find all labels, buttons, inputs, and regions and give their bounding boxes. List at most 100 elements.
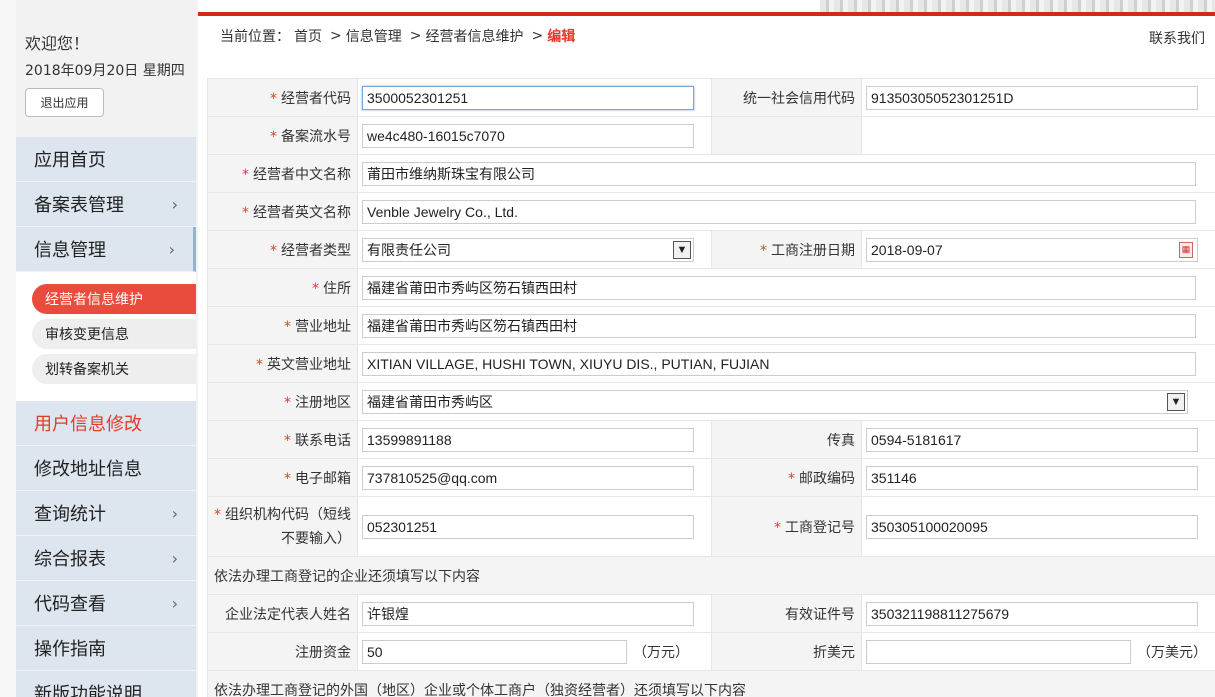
operator-type-value: 有限责任公司: [367, 241, 451, 258]
label-operator-type: * 经营者类型: [207, 230, 358, 269]
operator-code-input[interactable]: 3500052301251: [362, 85, 694, 110]
serial-no-input[interactable]: we4c480-16015c7070: [362, 123, 694, 148]
sidebar: 欢迎您！ 2018年09月20日 星期四 退出应用 应用首页 备案表管理 › 信…: [0, 0, 198, 697]
menu-item-label: 备案表管理: [34, 195, 124, 216]
operator-type-select[interactable]: 有限责任公司 ▼: [362, 237, 694, 262]
menu-item-code-lookup[interactable]: 代码查看 ›: [16, 581, 196, 626]
id-no-input[interactable]: 350321198811275679: [866, 601, 1198, 626]
label-id-no: 有效证件号: [711, 594, 862, 633]
submenu-item-review-changes[interactable]: 审核变更信息: [32, 319, 196, 349]
menu-item-label: 操作指南: [34, 639, 106, 660]
menu-item-label: 新版功能说明: [34, 684, 142, 697]
welcome-text: 欢迎您！: [25, 34, 90, 53]
label-en-biz-addr: * 英文营业地址: [207, 344, 358, 383]
menu-item-info-management[interactable]: 信息管理 ›: [16, 227, 196, 272]
chevron-right-icon: ›: [171, 504, 178, 523]
usd-input[interactable]: [866, 639, 1131, 664]
menu-item-home[interactable]: 应用首页: [16, 137, 196, 182]
menu-item-filing[interactable]: 备案表管理 ›: [16, 182, 196, 227]
label-reg-date: * 工商注册日期: [711, 230, 862, 269]
sidebar-edge: [0, 0, 16, 697]
breadcrumb-prefix: 当前位置：: [220, 29, 290, 45]
label-org-code: * 组织机构代码（短线不要输入）: [207, 496, 358, 557]
menu-item-query-stats[interactable]: 查询统计 ›: [16, 491, 196, 536]
chevron-right-icon: ›: [171, 195, 178, 214]
breadcrumb-current: 编辑: [547, 29, 576, 45]
chevron-down-icon[interactable]: ▼: [1167, 392, 1185, 411]
breadcrumb-link-home[interactable]: 首页: [294, 26, 322, 46]
menu-item-user-info[interactable]: 用户信息修改: [16, 401, 196, 446]
label-biz-reg-no: * 工商登记号: [711, 496, 862, 557]
residence-input[interactable]: 福建省莆田市秀屿区笏石镇西田村: [362, 275, 1196, 300]
menu-item-label: 修改地址信息: [34, 459, 142, 480]
sidebar-menu: 应用首页 备案表管理 › 信息管理 › 经营者信息维护 审核变更信息 划转备案机…: [16, 137, 196, 697]
chevron-right-icon: ›: [168, 240, 175, 259]
email-input[interactable]: 737810525@qq.com: [362, 465, 694, 490]
chevron-right-icon: ›: [171, 549, 178, 568]
label-operator-code: * 经营者代码: [207, 78, 358, 117]
label-reg-area: * 注册地区: [207, 382, 358, 421]
label-residence: * 住所: [207, 268, 358, 307]
credit-code-input[interactable]: 91350305052301251D: [866, 85, 1198, 110]
reg-date-input[interactable]: 2018-09-07 ▦: [866, 237, 1198, 262]
legal-rep-input[interactable]: 许银煌: [362, 601, 694, 626]
breadcrumb-separator: >: [531, 28, 544, 44]
menu-item-guide[interactable]: 操作指南: [16, 626, 196, 671]
reg-area-value: 福建省莆田市秀屿区: [367, 393, 493, 410]
postcode-input[interactable]: 351146: [866, 465, 1198, 490]
menu-item-reports[interactable]: 综合报表 ›: [16, 536, 196, 581]
label-credit-code: 统一社会信用代码: [711, 78, 862, 117]
fax-input[interactable]: 0594-5181617: [866, 427, 1198, 452]
usd-unit: （万美元）: [1137, 644, 1207, 661]
operator-form: * 经营者代码 3500052301251 统一社会信用代码 9135030505…: [207, 78, 1215, 697]
label-phone: * 联系电话: [207, 420, 358, 459]
capital-input[interactable]: 50: [362, 639, 627, 664]
en-name-input[interactable]: Venble Jewelry Co., Ltd.: [362, 199, 1196, 224]
submenu-item-transfer-authority[interactable]: 划转备案机关: [32, 354, 196, 384]
reg-area-select[interactable]: 福建省莆田市秀屿区 ▼: [362, 389, 1188, 414]
contact-link[interactable]: 联系我们: [1149, 28, 1205, 48]
breadcrumb-link-info[interactable]: 信息管理: [346, 26, 402, 46]
chevron-down-icon[interactable]: ▼: [673, 240, 691, 259]
reg-date-value: 2018-09-07: [871, 241, 943, 258]
breadcrumb-link-operator[interactable]: 经营者信息维护: [425, 26, 523, 46]
label-en-name: * 经营者英文名称: [207, 192, 358, 231]
logout-button[interactable]: 退出应用: [25, 88, 104, 117]
label-email: * 电子邮箱: [207, 458, 358, 497]
menu-item-label: 用户信息修改: [34, 414, 142, 435]
breadcrumb: 当前位置： 首页 > 信息管理 > 经营者信息维护 > 编辑 联系我们: [198, 16, 1215, 56]
breadcrumb-separator: >: [330, 28, 342, 44]
org-code-input[interactable]: 052301251: [362, 514, 694, 539]
empty-cell: [711, 116, 862, 155]
label-legal-rep: 企业法定代表人姓名: [207, 594, 358, 633]
banner-art: [820, 0, 1215, 12]
menu-item-new-features[interactable]: 新版功能说明: [16, 671, 196, 697]
label-fax: 传真: [711, 420, 862, 459]
calendar-icon[interactable]: ▦: [1179, 241, 1193, 258]
submenu-info-management: 经营者信息维护 审核变更信息 划转备案机关: [16, 272, 196, 401]
phone-input[interactable]: 13599891188: [362, 427, 694, 452]
menu-item-label: 综合报表: [34, 549, 106, 570]
capital-unit: （万元）: [633, 644, 689, 661]
section-header-foreign: 依法办理工商登记的外国（地区）企业或个体工商户（独资经营者）还须填写以下内容: [207, 670, 1215, 697]
menu-item-label: 查询统计: [34, 504, 106, 525]
label-serial-no: * 备案流水号: [207, 116, 358, 155]
biz-reg-no-input[interactable]: 350305100020095: [866, 514, 1198, 539]
label-biz-addr: * 营业地址: [207, 306, 358, 345]
chevron-right-icon: ›: [171, 594, 178, 613]
submenu-item-operator-info[interactable]: 经营者信息维护: [32, 284, 196, 314]
en-biz-addr-input[interactable]: XITIAN VILLAGE, HUSHI TOWN, XIUYU DIS., …: [362, 351, 1196, 376]
biz-addr-input[interactable]: 福建省莆田市秀屿区笏石镇西田村: [362, 313, 1196, 338]
cn-name-input[interactable]: 莆田市维纳斯珠宝有限公司: [362, 161, 1196, 186]
breadcrumb-separator: >: [409, 28, 422, 44]
section-header-enterprise: 依法办理工商登记的企业还须填写以下内容: [207, 556, 1215, 595]
current-date: 2018年09月20日 星期四: [25, 63, 185, 79]
label-capital: 注册资金: [207, 632, 358, 671]
label-usd: 折美元: [711, 632, 862, 671]
label-cn-name: * 经营者中文名称: [207, 154, 358, 193]
menu-item-label: 信息管理: [34, 240, 106, 261]
label-postcode: * 邮政编码: [711, 458, 862, 497]
menu-item-address[interactable]: 修改地址信息: [16, 446, 196, 491]
menu-item-label: 代码查看: [34, 594, 106, 615]
empty-cell: [861, 116, 1215, 155]
